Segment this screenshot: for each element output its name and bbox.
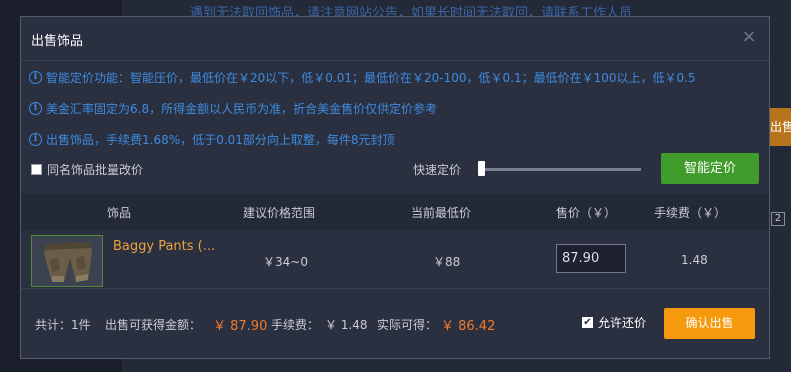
close-icon[interactable]: × (741, 27, 757, 47)
info-icon: i (29, 71, 42, 84)
column-header-suggested-range: 建议价格范围 (243, 206, 316, 220)
info-line-smart-pricing: i 智能定价功能：智能压价，最低价在￥20以下，低￥0.01；最低价在￥20-1… (29, 69, 696, 86)
fee-total-value: ￥ 1.48 (325, 318, 368, 332)
quick-price-label: 快速定价 (413, 163, 462, 177)
info-icon: i (29, 102, 42, 115)
table-row: Baggy Pants (... ￥34~0 ￥88 87.90 1.48 (21, 231, 769, 289)
batch-change-price-label: 同名饰品批量改价 (47, 163, 144, 177)
item-name-link[interactable]: Baggy Pants (... (113, 239, 215, 254)
fee-label: 手续费： (271, 318, 320, 332)
dialog-title: 出售饰品 (31, 34, 84, 49)
sell-price-input[interactable]: 87.90 (556, 244, 626, 273)
batch-change-price-checkbox[interactable] (31, 164, 42, 175)
actual-label: 实际可得： (377, 318, 438, 332)
dialog-header: 出售饰品 × (21, 17, 769, 61)
column-header-price: 售价（￥） (556, 206, 617, 220)
pants-image (32, 236, 102, 286)
fee-value: 1.48 (681, 253, 708, 267)
column-header-fee: 手续费（￥） (654, 206, 727, 220)
actual-value: ￥ 86.42 (441, 319, 496, 334)
amount-value: ￥ 87.90 (213, 319, 268, 334)
info-text: 智能定价功能：智能压价，最低价在￥20以下，低￥0.01；最低价在￥20-100… (46, 71, 696, 85)
column-header-current-lowest: 当前最低价 (411, 206, 472, 220)
allow-counter-offer-checkbox[interactable]: ✔ (582, 317, 593, 328)
background-badge: 2 (771, 212, 785, 226)
info-text: 出售饰品，手续费1.68%，低于0.01部分向上取整，每件8元封顶 (46, 133, 395, 147)
current-lowest-price: ￥88 (433, 255, 461, 269)
info-line-fee: i 出售饰品，手续费1.68%，低于0.01部分向上取整，每件8元封顶 (29, 131, 394, 148)
info-icon: i (29, 133, 42, 146)
info-line-exchange-rate: i 美金汇率固定为6.8，所得金额以人民币为准，折合美金售价仅供定价参考 (29, 100, 437, 117)
column-header-item: 饰品 (107, 206, 132, 220)
quick-price-slider-handle[interactable] (478, 161, 485, 176)
confirm-sell-button[interactable]: 确认出售 (664, 308, 755, 339)
sell-items-dialog: 出售饰品 × i 智能定价功能：智能压价，最低价在￥20以下，低￥0.01；最低… (20, 16, 770, 359)
total-count: 共计：1件 (35, 318, 91, 332)
allow-counter-offer-option[interactable]: ✔ 允许还价 (582, 314, 646, 331)
info-text: 美金汇率固定为6.8，所得金额以人民币为准，折合美金售价仅供定价参考 (46, 102, 438, 116)
dialog-footer: 共计：1件 出售可获得金额： ￥ 87.90 手续费： ￥ 1.48 实际可得：… (21, 289, 769, 358)
batch-change-price-option[interactable]: 同名饰品批量改价 (31, 161, 143, 178)
quick-price-slider-track[interactable] (479, 168, 641, 171)
background-sell-button[interactable]: 出售 (768, 108, 791, 146)
allow-counter-offer-label: 允许还价 (598, 316, 647, 330)
table-header: 饰品 建议价格范围 当前最低价 售价（￥） 手续费（￥） (21, 193, 769, 231)
suggested-price-range: ￥34~0 (263, 255, 308, 269)
amount-label: 出售可获得金额： (105, 318, 202, 332)
smart-price-button[interactable]: 智能定价 (661, 153, 759, 184)
item-thumbnail[interactable] (31, 235, 103, 287)
